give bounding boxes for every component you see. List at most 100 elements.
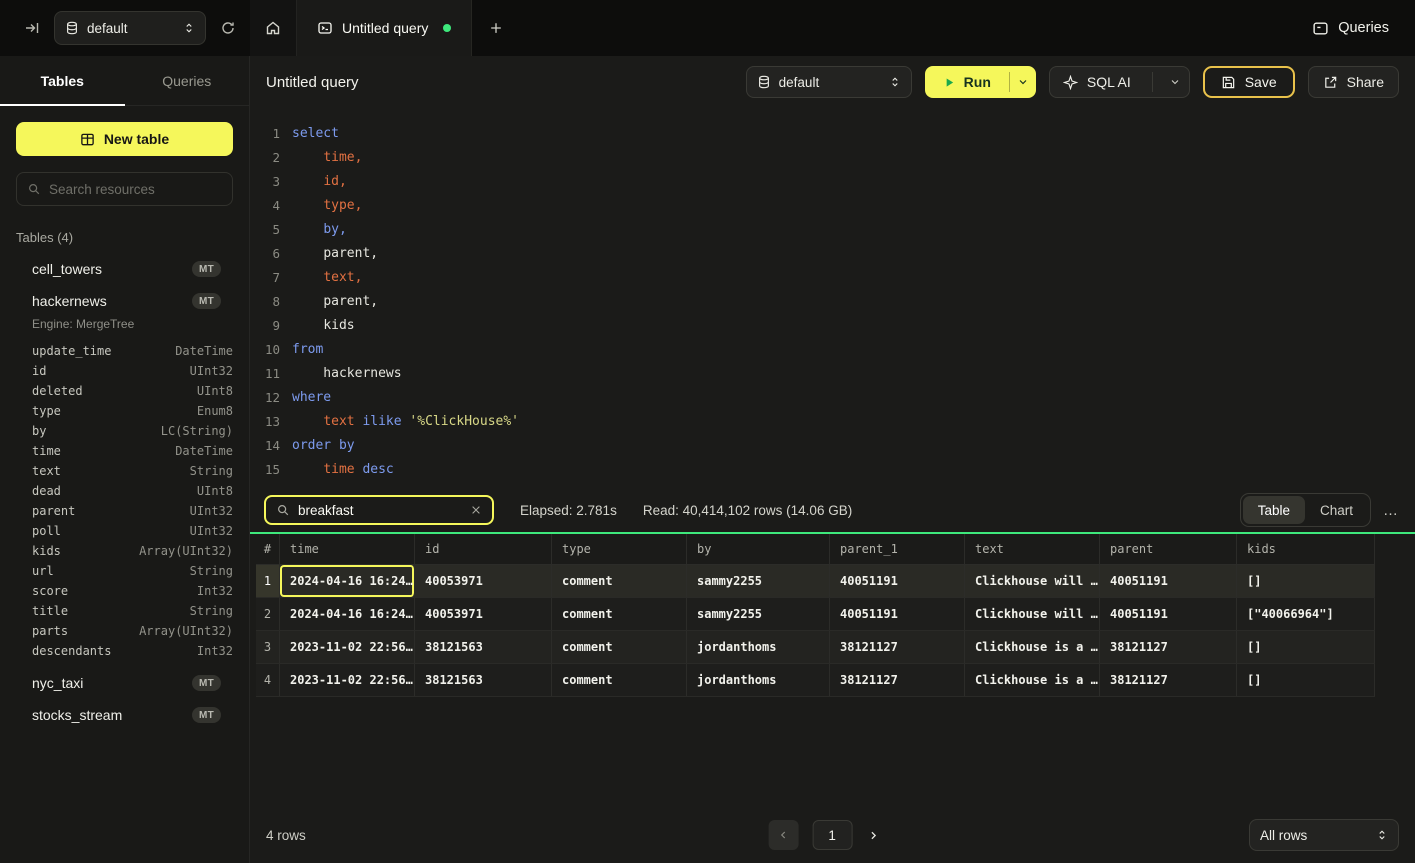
table-cell[interactable]: jordanthoms (687, 664, 830, 696)
column-header[interactable]: id (415, 534, 552, 564)
sql-ai-caret[interactable] (1161, 76, 1189, 88)
sql-ai-main[interactable]: SQL AI (1050, 74, 1144, 90)
clear-filter-button[interactable] (470, 504, 482, 516)
refresh-button[interactable] (216, 16, 240, 40)
code-line[interactable]: type, (292, 194, 1415, 218)
row-number[interactable]: 4 (256, 664, 280, 696)
column-row[interactable]: descendantsInt32 (0, 641, 249, 661)
table-cell[interactable]: 2024-04-16 16:24… (280, 565, 415, 597)
table-cell[interactable]: [] (1237, 631, 1375, 663)
table-cell[interactable]: [] (1237, 664, 1375, 696)
sidebar-tab-queries[interactable]: Queries (125, 56, 250, 105)
page-size-selector[interactable]: All rows (1249, 819, 1399, 851)
database-selector[interactable]: default (54, 11, 206, 45)
code-line[interactable]: by, (292, 218, 1415, 242)
column-header[interactable]: parent (1100, 534, 1237, 564)
table-cell[interactable]: comment (552, 565, 687, 597)
table-cell[interactable]: comment (552, 631, 687, 663)
column-row[interactable]: pollUInt32 (0, 521, 249, 541)
table-cell[interactable]: 38121127 (830, 664, 965, 696)
column-row[interactable]: idUInt32 (0, 361, 249, 381)
column-row[interactable]: partsArray(UInt32) (0, 621, 249, 641)
tab-untitled-query[interactable]: Untitled query (297, 0, 472, 56)
row-number[interactable]: 3 (256, 631, 280, 663)
table-cell[interactable]: ["40066964"] (1237, 598, 1375, 630)
column-row[interactable]: deletedUInt8 (0, 381, 249, 401)
table-cell[interactable]: 40051191 (1100, 598, 1237, 630)
table-cell[interactable]: 38121563 (415, 631, 552, 663)
column-header[interactable]: kids (1237, 534, 1375, 564)
column-row[interactable]: parentUInt32 (0, 501, 249, 521)
more-options-button[interactable]: … (1383, 502, 1399, 519)
code-line[interactable]: order by (292, 434, 1415, 458)
new-table-button[interactable]: New table (16, 122, 233, 156)
table-cell[interactable]: 40053971 (415, 565, 552, 597)
column-row[interactable]: typeEnum8 (0, 401, 249, 421)
editor-code[interactable]: select time, id, type, by, parent, text,… (292, 122, 1415, 488)
column-header[interactable]: by (687, 534, 830, 564)
sidebar-tab-tables[interactable]: Tables (0, 56, 125, 105)
column-header[interactable]: text (965, 534, 1100, 564)
next-page-button[interactable] (866, 829, 879, 842)
row-number[interactable]: 2 (256, 598, 280, 630)
table-cell[interactable]: sammy2255 (687, 565, 830, 597)
table-cell[interactable]: 38121127 (830, 631, 965, 663)
column-row[interactable]: byLC(String) (0, 421, 249, 441)
sidebar-table-cell-towers[interactable]: cell_towers MT (0, 253, 249, 285)
search-resources-input[interactable] (49, 182, 222, 197)
table-cell[interactable]: sammy2255 (687, 598, 830, 630)
collapse-sidebar-button[interactable] (20, 16, 44, 40)
table-cell[interactable]: 40053971 (415, 598, 552, 630)
code-line[interactable]: parent, (292, 242, 1415, 266)
table-cell[interactable]: 38121127 (1100, 631, 1237, 663)
table-cell[interactable]: Clickhouse is a … (965, 664, 1100, 696)
new-tab-button[interactable] (472, 0, 520, 56)
run-button[interactable]: Run (925, 66, 1036, 98)
column-header[interactable]: time (280, 534, 415, 564)
row-number[interactable]: 1 (256, 565, 280, 597)
code-line[interactable]: id, (292, 170, 1415, 194)
code-line[interactable]: time, (292, 146, 1415, 170)
table-cell[interactable]: 38121563 (415, 664, 552, 696)
sql-ai-button[interactable]: SQL AI (1049, 66, 1190, 98)
table-cell[interactable]: 40051191 (1100, 565, 1237, 597)
table-cell[interactable]: 38121127 (1100, 664, 1237, 696)
table-cell[interactable]: comment (552, 664, 687, 696)
code-line[interactable]: time desc (292, 458, 1415, 482)
sql-editor[interactable]: 123456789101112131415 select time, id, t… (250, 108, 1415, 488)
view-tab-chart[interactable]: Chart (1305, 496, 1368, 524)
table-cell[interactable]: 2023-11-02 22:56… (280, 664, 415, 696)
current-page-indicator[interactable]: 1 (812, 820, 852, 850)
table-cell[interactable]: 40051191 (830, 598, 965, 630)
run-options-caret[interactable] (1010, 66, 1036, 98)
column-row[interactable]: titleString (0, 601, 249, 621)
column-row[interactable]: deadUInt8 (0, 481, 249, 501)
column-header[interactable]: type (552, 534, 687, 564)
code-line[interactable]: kids (292, 314, 1415, 338)
sidebar-table-nyc-taxi[interactable]: nyc_taxi MT (0, 667, 249, 699)
code-line[interactable]: from (292, 338, 1415, 362)
column-header[interactable]: # (256, 534, 280, 564)
table-cell[interactable]: 2024-04-16 16:24… (280, 598, 415, 630)
code-line[interactable]: text, (292, 266, 1415, 290)
table-cell[interactable]: jordanthoms (687, 631, 830, 663)
column-row[interactable]: textString (0, 461, 249, 481)
sidebar-table-hackernews[interactable]: hackernews MT (0, 285, 249, 317)
table-cell[interactable]: Clickhouse will … (965, 565, 1100, 597)
queries-button[interactable]: Queries (1312, 20, 1389, 37)
column-header[interactable]: parent_1 (830, 534, 965, 564)
table-cell[interactable]: 40051191 (830, 565, 965, 597)
query-database-selector[interactable]: default (746, 66, 912, 98)
run-button-main[interactable]: Run (925, 66, 1009, 98)
results-filter-input[interactable] (298, 503, 462, 518)
code-line[interactable]: hackernews (292, 362, 1415, 386)
previous-page-button[interactable] (768, 820, 798, 850)
column-row[interactable]: update_timeDateTime (0, 341, 249, 361)
table-cell[interactable]: 2023-11-02 22:56… (280, 631, 415, 663)
sidebar-table-stocks-stream[interactable]: stocks_stream MT (0, 699, 249, 731)
code-line[interactable]: where (292, 386, 1415, 410)
table-cell[interactable]: Clickhouse will … (965, 598, 1100, 630)
column-row[interactable]: scoreInt32 (0, 581, 249, 601)
table-cell[interactable]: [] (1237, 565, 1375, 597)
table-cell[interactable]: comment (552, 598, 687, 630)
